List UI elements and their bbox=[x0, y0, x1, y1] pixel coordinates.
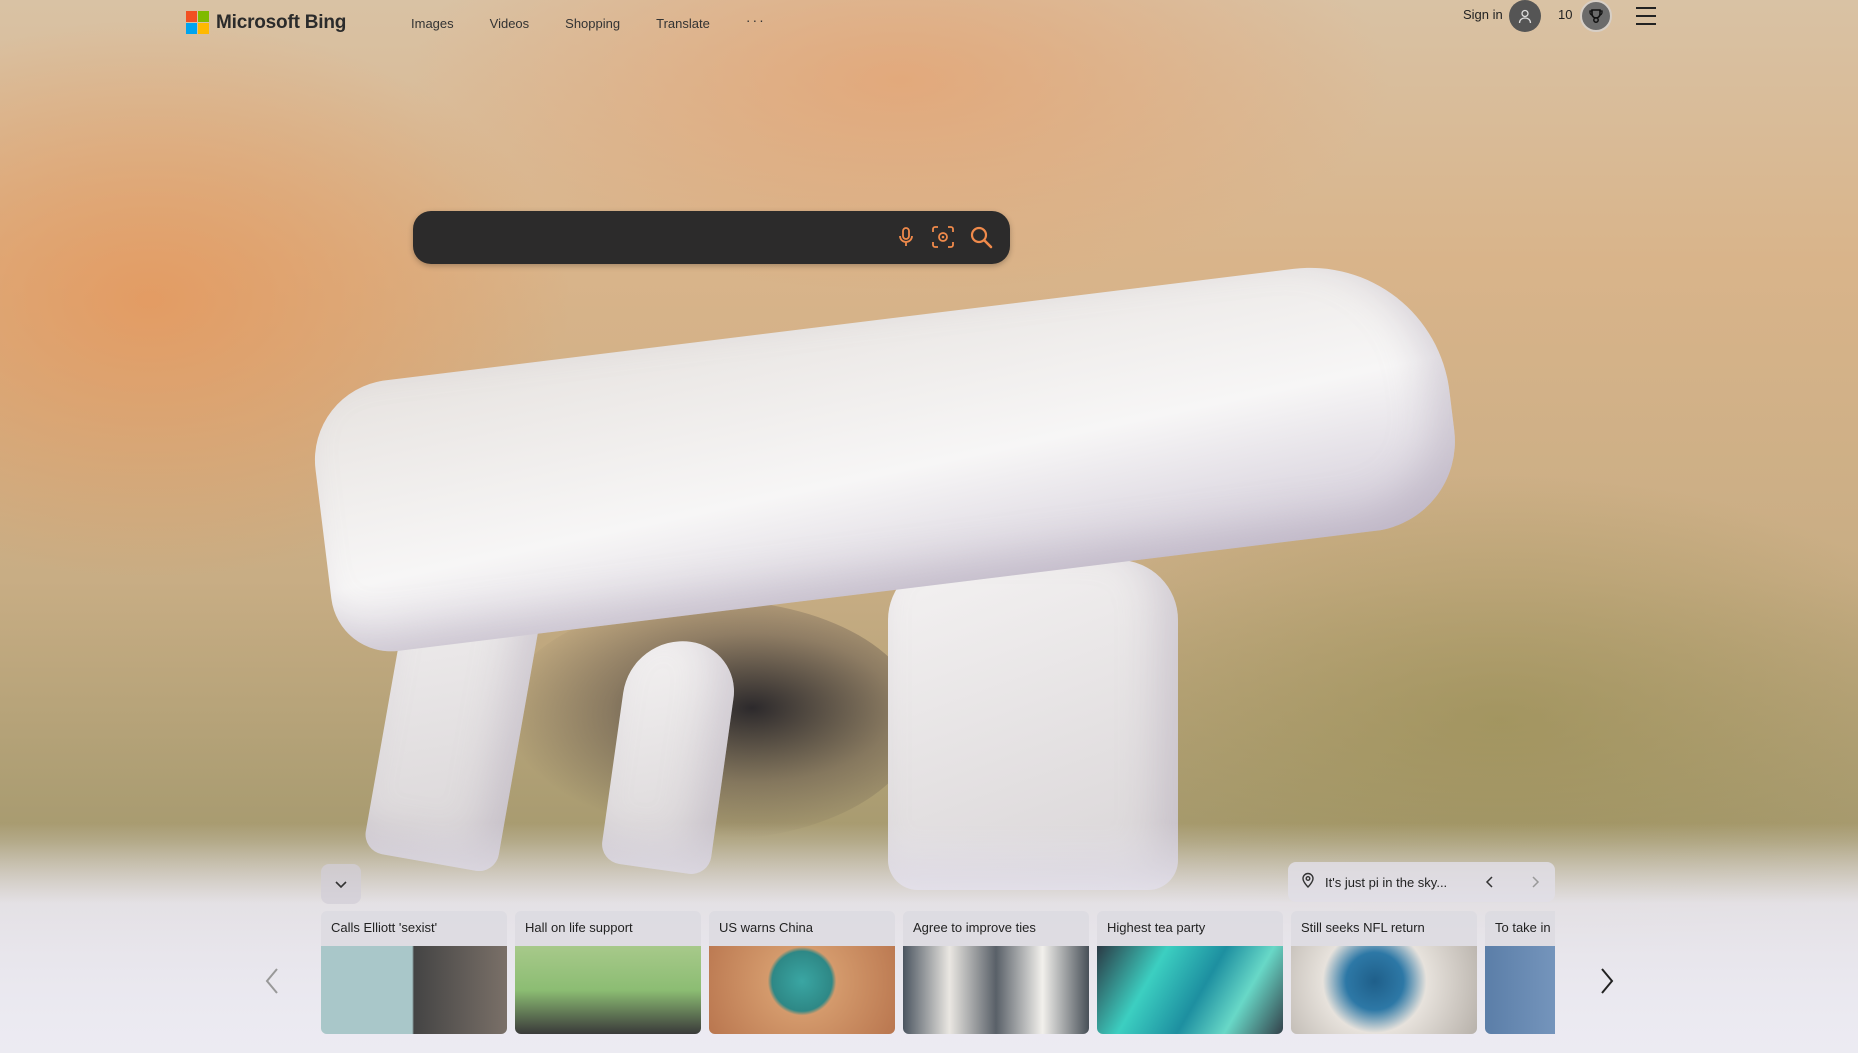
next-image-button[interactable] bbox=[1523, 870, 1547, 894]
visual-search-icon[interactable] bbox=[930, 224, 956, 250]
nav-shopping[interactable]: Shopping bbox=[565, 16, 620, 31]
rewards-points[interactable]: 10 bbox=[1558, 7, 1572, 22]
news-card-title: To take in r bbox=[1495, 920, 1555, 935]
news-card-thumbnail bbox=[709, 946, 895, 1034]
search-icon[interactable] bbox=[968, 224, 994, 250]
nav-translate[interactable]: Translate bbox=[656, 16, 710, 31]
chevron-left-icon bbox=[1485, 876, 1493, 888]
bing-logo[interactable]: Microsoft Bing bbox=[186, 11, 346, 34]
chevron-down-icon bbox=[335, 881, 347, 889]
user-icon[interactable] bbox=[1509, 0, 1541, 32]
location-pin-icon bbox=[1300, 872, 1316, 893]
news-card-thumbnail bbox=[515, 946, 701, 1034]
news-card-title: Agree to improve ties bbox=[913, 920, 1036, 935]
nav-more-button[interactable]: ··· bbox=[746, 12, 766, 31]
collapse-feed-button[interactable] bbox=[321, 864, 361, 904]
news-carousel: Calls Elliott 'sexist' Hall on life supp… bbox=[321, 911, 1555, 1034]
news-card[interactable]: Highest tea party bbox=[1097, 911, 1283, 1034]
news-card-title: Calls Elliott 'sexist' bbox=[331, 920, 438, 935]
news-card-title: Still seeks NFL return bbox=[1301, 920, 1425, 935]
news-carousel-previous-button[interactable] bbox=[257, 966, 287, 996]
news-card-title: Highest tea party bbox=[1107, 920, 1206, 935]
news-card[interactable]: Agree to improve ties bbox=[903, 911, 1089, 1034]
news-card-thumbnail bbox=[321, 946, 507, 1034]
image-info-text[interactable]: It's just pi in the sky... bbox=[1325, 875, 1475, 890]
chevron-left-icon bbox=[265, 968, 278, 994]
news-card-thumbnail bbox=[903, 946, 1089, 1034]
chevron-right-icon bbox=[1601, 968, 1614, 994]
nav-videos[interactable]: Videos bbox=[490, 16, 530, 31]
sign-in-link[interactable]: Sign in bbox=[1463, 7, 1503, 22]
news-card[interactable]: Still seeks NFL return bbox=[1291, 911, 1477, 1034]
search-input[interactable] bbox=[435, 225, 875, 249]
background-image bbox=[0, 0, 1858, 1053]
previous-image-button[interactable] bbox=[1478, 870, 1502, 894]
nav-images[interactable]: Images bbox=[411, 16, 454, 31]
dolmen-capstone bbox=[305, 251, 1466, 659]
news-card-thumbnail bbox=[1097, 946, 1283, 1034]
news-card-thumbnail bbox=[1485, 946, 1555, 1034]
search-box bbox=[413, 211, 1010, 264]
news-card[interactable]: To take in r bbox=[1485, 911, 1555, 1034]
news-card-title: US warns China bbox=[719, 920, 813, 935]
microphone-icon[interactable] bbox=[893, 224, 919, 250]
image-info-bar[interactable]: It's just pi in the sky... bbox=[1288, 862, 1555, 902]
news-card-thumbnail bbox=[1291, 946, 1477, 1034]
brand-name: Microsoft Bing bbox=[216, 11, 347, 33]
trophy-icon[interactable] bbox=[1580, 0, 1612, 32]
news-card-title: Hall on life support bbox=[525, 920, 633, 935]
hamburger-menu-icon[interactable] bbox=[1636, 7, 1656, 25]
news-card[interactable]: Calls Elliott 'sexist' bbox=[321, 911, 507, 1034]
header: Microsoft Bing Images Videos Shopping Tr… bbox=[0, 0, 1858, 46]
microsoft-logo-icon bbox=[186, 11, 209, 34]
news-carousel-next-button[interactable] bbox=[1592, 966, 1622, 996]
chevron-right-icon bbox=[1532, 876, 1540, 888]
news-card[interactable]: US warns China bbox=[709, 911, 895, 1034]
top-nav: Images Videos Shopping Translate ··· bbox=[411, 12, 802, 31]
news-card[interactable]: Hall on life support bbox=[515, 911, 701, 1034]
